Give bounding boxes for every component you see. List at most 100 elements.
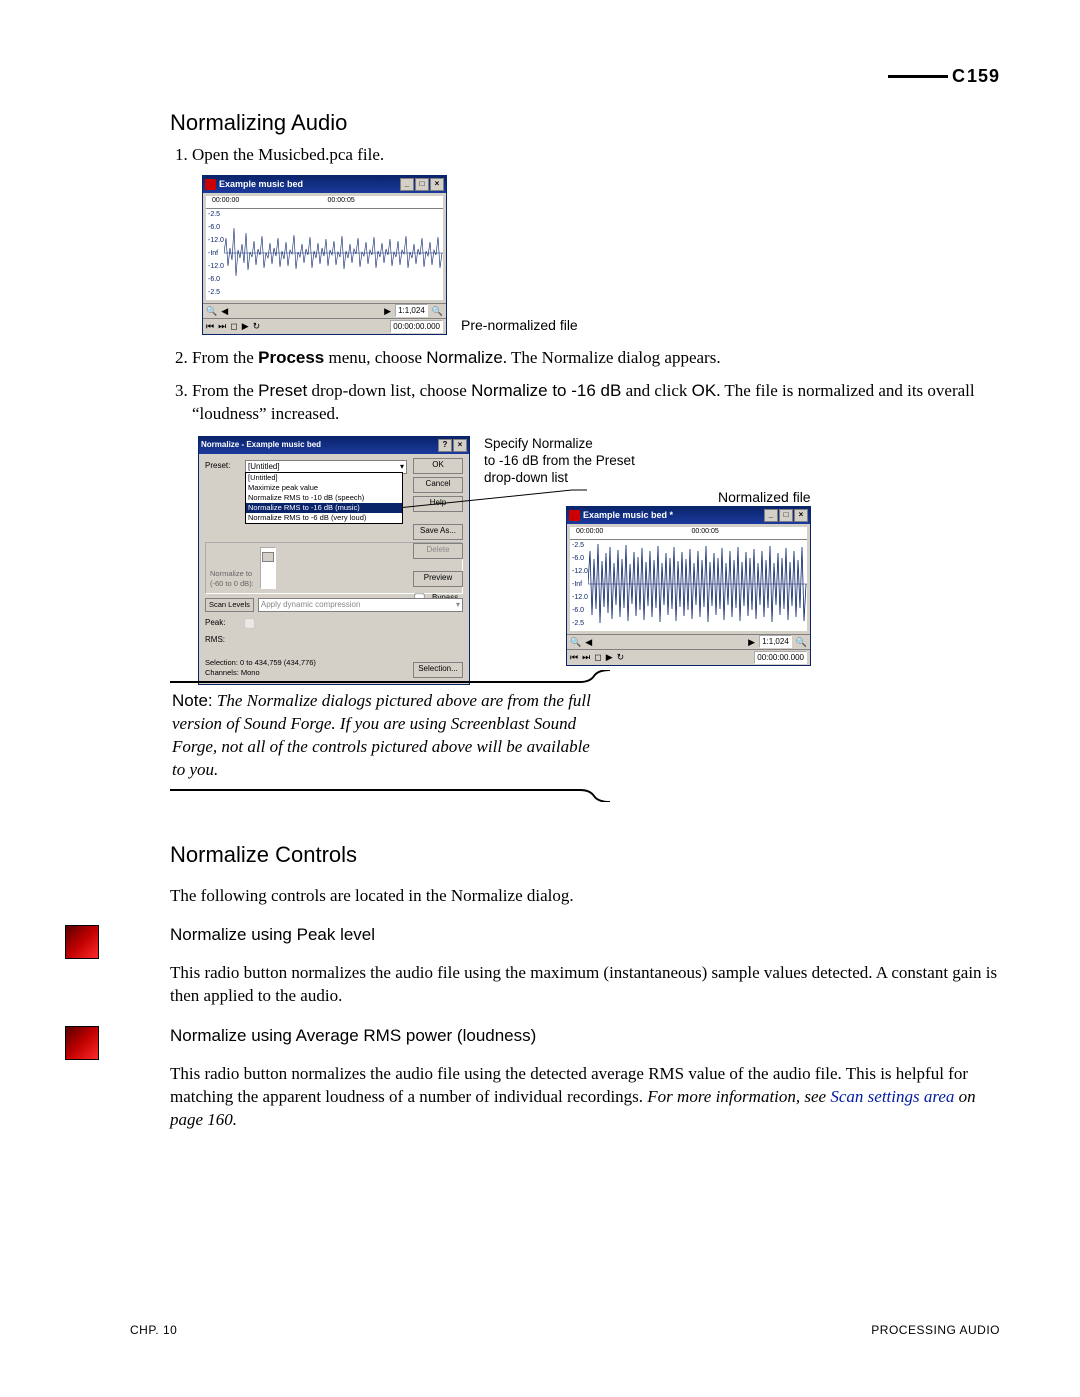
- minimize-icon[interactable]: _: [764, 509, 778, 522]
- db-tick: -6.0: [572, 552, 588, 565]
- help-icon[interactable]: ?: [438, 439, 452, 452]
- play-icon[interactable]: ▶: [606, 651, 613, 663]
- scan-row: Scan Levels Apply dynamic compression: [205, 598, 463, 612]
- close-icon[interactable]: ×: [794, 509, 808, 522]
- figure-1: Example music bed _ □ × 00:00:00 00:00:0…: [202, 175, 1000, 335]
- time-display: 00:00:00.000: [390, 320, 443, 333]
- dialog-titlebar[interactable]: Normalize - Example music bed ? ×: [199, 437, 469, 454]
- ruler-label-left: 00:00:00: [212, 196, 328, 208]
- note-label: Note:: [172, 691, 213, 710]
- app-icon: [569, 510, 580, 521]
- command-normalize: Normalize: [426, 348, 503, 367]
- heading-rms: Normalize using Average RMS power (loudn…: [170, 1026, 1000, 1046]
- close-icon[interactable]: ×: [453, 439, 467, 452]
- preset-label: Preset:: [205, 461, 241, 472]
- waveform-window-post: Example music bed * _ □ × 00:00:00 00:00…: [566, 506, 811, 666]
- scroll-right-icon[interactable]: ▶: [748, 636, 755, 648]
- controls-intro: The following controls are located in th…: [170, 885, 1000, 908]
- note-text: Note: The Normalize dialogs pictured abo…: [170, 684, 610, 788]
- go-end-icon[interactable]: ⏭: [582, 651, 590, 663]
- stop-icon[interactable]: ◻: [594, 651, 601, 663]
- note-box: Note: The Normalize dialogs pictured abo…: [170, 670, 610, 802]
- page-number-bracket: C: [952, 66, 965, 87]
- preset-dropdown-list[interactable]: [Untitled] Maximize peak value Normalize…: [245, 472, 403, 524]
- peak-label: Peak:: [205, 618, 235, 629]
- help-button[interactable]: Help: [413, 496, 463, 512]
- step-1-text: Open the Musicbed.pca file.: [192, 145, 384, 164]
- scan-settings-link[interactable]: Scan settings area: [830, 1087, 954, 1106]
- db-tick: -2.5: [208, 286, 224, 299]
- preset-option[interactable]: Normalize RMS to -10 dB (speech): [246, 493, 402, 503]
- scan-levels-button[interactable]: Scan Levels: [205, 598, 254, 612]
- scroll-left-icon[interactable]: ◀: [221, 305, 228, 317]
- step-1: Open the Musicbed.pca file. Example musi…: [192, 144, 1000, 335]
- zoom-out-icon[interactable]: 🔍: [206, 305, 217, 317]
- waveform-svg: [588, 539, 807, 629]
- preset-option[interactable]: Maximize peak value: [246, 483, 402, 493]
- preset-option-selected[interactable]: Normalize RMS to -16 dB (music): [246, 503, 402, 513]
- preset-option[interactable]: Normalize RMS to -6 dB (very loud): [246, 513, 402, 523]
- preset-option[interactable]: [Untitled]: [246, 473, 402, 483]
- status-bar: 🔍 ◀ ▶ 1:1,024 🔍: [567, 634, 810, 649]
- dialog-body: OK Cancel Help Save As... Delete Preview: [199, 454, 469, 684]
- heading-normalizing-audio: Normalizing Audio: [170, 110, 1000, 136]
- slider-thumb[interactable]: [262, 552, 274, 562]
- t: Normalize to: [210, 569, 252, 578]
- page-number-value: 159: [967, 66, 1000, 87]
- steps-list: Open the Musicbed.pca file. Example musi…: [170, 144, 1000, 650]
- db-tick: -12.0: [208, 234, 224, 247]
- preview-button[interactable]: Preview: [413, 571, 463, 587]
- go-start-icon[interactable]: ⏮: [206, 320, 214, 332]
- window-title: Example music bed *: [583, 509, 673, 521]
- loop-icon[interactable]: ↻: [617, 651, 625, 663]
- delete-button[interactable]: Delete: [413, 543, 463, 559]
- cancel-button[interactable]: Cancel: [413, 477, 463, 493]
- go-end-icon[interactable]: ⏭: [218, 320, 226, 332]
- stop-icon[interactable]: ◻: [230, 320, 237, 332]
- heading-peak: Normalize using Peak level: [170, 925, 1000, 945]
- db-tick: -2.5: [572, 617, 588, 630]
- loop-icon[interactable]: ↻: [253, 320, 261, 332]
- dialog-title: Normalize - Example music bed: [201, 440, 321, 451]
- page-number-rule: [888, 75, 948, 78]
- play-icon[interactable]: ▶: [242, 320, 249, 332]
- rms-row: RMS:: [205, 635, 463, 646]
- zoom-ratio: 1:1,024: [395, 304, 428, 317]
- selection-info: Selection: 0 to 434,759 (434,776): [205, 658, 316, 668]
- db-tick: -Inf: [208, 247, 224, 260]
- maximize-icon[interactable]: □: [779, 509, 793, 522]
- window-titlebar[interactable]: Example music bed _ □ ×: [203, 176, 446, 193]
- normalize-slider[interactable]: [260, 547, 276, 589]
- scroll-right-icon[interactable]: ▶: [384, 305, 391, 317]
- t: From the: [192, 381, 258, 400]
- db-tick: -2.5: [208, 208, 224, 221]
- zoom-out-icon[interactable]: 🔍: [570, 636, 581, 648]
- maximize-icon[interactable]: □: [415, 178, 429, 191]
- normalize-to-label: Normalize to (-60 to 0 dB):: [210, 569, 254, 589]
- db-tick: -12.0: [208, 260, 224, 273]
- close-icon[interactable]: ×: [430, 178, 444, 191]
- scroll-left-icon[interactable]: ◀: [585, 636, 592, 648]
- step-2-text: From the Process menu, choose Normalize.…: [192, 348, 721, 367]
- window-titlebar[interactable]: Example music bed * _ □ ×: [567, 507, 810, 524]
- minimize-icon[interactable]: _: [400, 178, 414, 191]
- waveform-area: 00:00:00 00:00:05 -2.5 -6.0 -12.0 -Inf -…: [570, 527, 807, 631]
- ok-button[interactable]: OK: [413, 458, 463, 474]
- zoom-in-icon[interactable]: 🔍: [432, 305, 443, 317]
- peak-checkbox: [244, 618, 254, 628]
- waveform-window-pre: Example music bed _ □ × 00:00:00 00:00:0…: [202, 175, 447, 335]
- db-scale: -2.5 -6.0 -12.0 -Inf -12.0 -6.0 -2.5: [208, 208, 224, 299]
- peak-row: Peak:: [205, 614, 463, 633]
- annot-line: drop-down list: [484, 470, 635, 487]
- go-start-icon[interactable]: ⏮: [570, 651, 578, 663]
- t: . The Normalize dialog appears.: [503, 348, 721, 367]
- rms-body: This radio button normalizes the audio f…: [170, 1063, 1000, 1132]
- t: drop-down list, choose: [307, 381, 471, 400]
- db-tick: -Inf: [572, 578, 588, 591]
- clipping-combo[interactable]: Apply dynamic compression: [258, 598, 463, 612]
- zoom-in-icon[interactable]: 🔍: [796, 636, 807, 648]
- waveform-area: 00:00:00 00:00:05 -2.5 -6.0 -12.0 -Inf -…: [206, 196, 443, 300]
- save-as-button[interactable]: Save As...: [413, 524, 463, 540]
- subsection-rms: Normalize using Average RMS power (loudn…: [170, 1026, 1000, 1132]
- db-tick: -2.5: [572, 539, 588, 552]
